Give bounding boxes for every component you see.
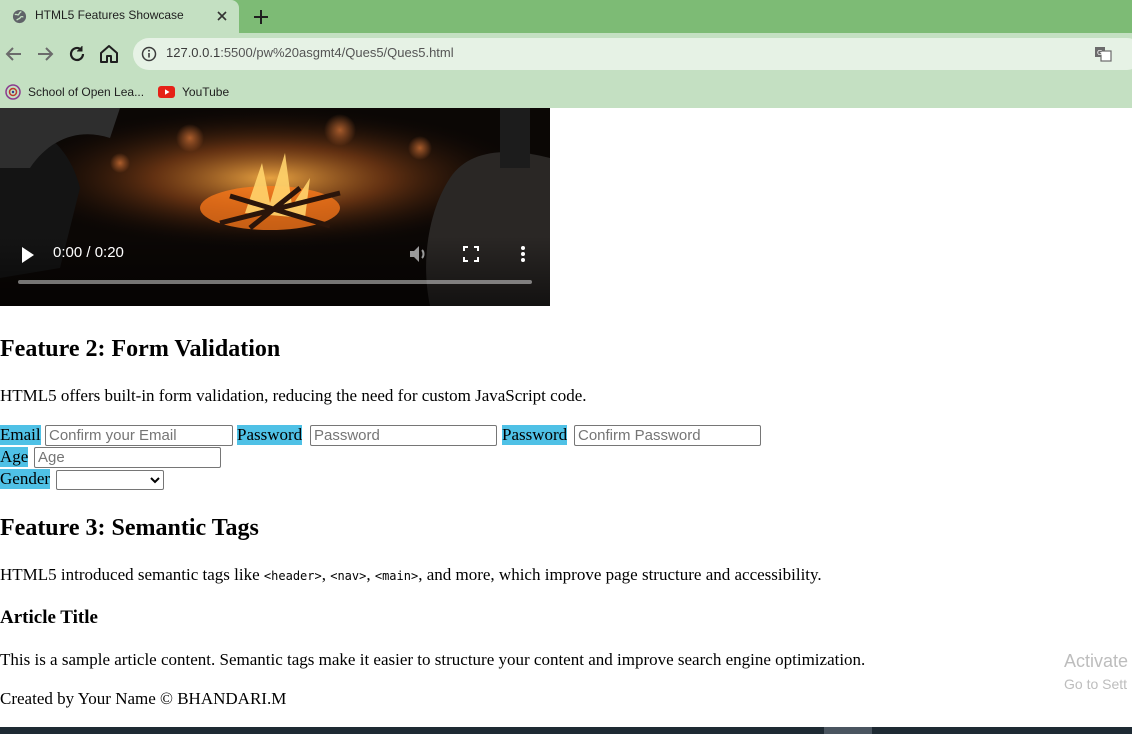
url-text: 127.0.0.1:5500/pw%20asgmt4/Ques5/Ques5.h… — [166, 45, 454, 60]
back-arrow-icon[interactable] — [2, 42, 26, 66]
article-title: Article Title — [0, 607, 98, 628]
youtube-icon — [158, 86, 175, 98]
page-content: 0:00 / 0:20 Feature 2: Form Validation H… — [0, 108, 1132, 734]
school-logo-icon — [5, 84, 21, 100]
tab-strip: HTML5 Features Showcase — [0, 0, 1132, 33]
article-content: This is a sample article content. Semant… — [0, 650, 866, 669]
bookmarks-bar: School of Open Lea... YouTube — [0, 75, 1132, 108]
password-field[interactable] — [310, 425, 497, 446]
volume-icon[interactable] — [408, 244, 430, 264]
gender-label: Gender — [0, 469, 51, 489]
play-icon[interactable] — [20, 246, 36, 264]
feature3-text-start: HTML5 introduced semantic tags like — [0, 565, 264, 584]
address-bar[interactable]: 127.0.0.1:5500/pw%20asgmt4/Ques5/Ques5.h… — [133, 38, 1132, 70]
feature3-heading: Feature 3: Semantic Tags — [0, 515, 259, 541]
url-path: :5500/pw%20asgmt4/Ques5/Ques5.html — [220, 45, 454, 60]
main-tag-code: <main> — [374, 569, 419, 583]
taskbar-button[interactable] — [824, 727, 872, 734]
video-progress-bar[interactable] — [18, 280, 532, 284]
feature2-heading: Feature 2: Form Validation — [0, 336, 281, 362]
footer-text: Created by Your Name © BHANDARI.M — [0, 689, 287, 708]
bookmark-school[interactable]: School of Open Lea... — [5, 82, 144, 102]
home-icon[interactable] — [97, 42, 121, 66]
activate-watermark-subtitle: Go to Sett — [1064, 676, 1128, 692]
confirm-password-label: Password — [502, 425, 568, 445]
bookmark-label: School of Open Lea... — [28, 85, 145, 99]
fullscreen-icon[interactable] — [463, 246, 479, 262]
feature2-description: HTML5 offers built-in form validation, r… — [0, 386, 587, 405]
age-label: Age — [0, 447, 29, 467]
feature3-text-end: , and more, which improve page structure… — [418, 565, 822, 584]
email-field[interactable] — [45, 425, 233, 446]
age-field[interactable] — [34, 447, 221, 468]
info-icon[interactable] — [141, 46, 157, 62]
separator: , — [366, 565, 375, 584]
confirm-password-field[interactable] — [574, 425, 761, 446]
video-player[interactable]: 0:00 / 0:20 — [0, 108, 550, 306]
reload-icon[interactable] — [65, 42, 89, 66]
url-host: 127.0.0.1 — [166, 45, 221, 60]
feature3-description: HTML5 introduced semantic tags like <hea… — [0, 565, 822, 585]
translate-icon[interactable]: G — [1094, 45, 1112, 63]
password-label: Password — [237, 425, 303, 445]
gender-select[interactable] — [56, 470, 164, 490]
video-time: 0:00 / 0:20 — [53, 244, 124, 261]
separator: , — [321, 565, 331, 584]
bookmark-youtube[interactable]: YouTube — [158, 82, 229, 102]
browser-toolbar: 127.0.0.1:5500/pw%20asgmt4/Ques5/Ques5.h… — [0, 33, 1132, 75]
new-tab-icon[interactable] — [250, 6, 272, 28]
bookmark-label: YouTube — [182, 85, 230, 99]
taskbar — [0, 727, 1132, 734]
nav-tag-code: <nav> — [330, 569, 367, 583]
forward-arrow-icon[interactable] — [33, 42, 57, 66]
header-tag-code: <header> — [263, 569, 322, 583]
tab-title: HTML5 Features Showcase — [35, 8, 184, 22]
more-options-icon[interactable] — [519, 245, 527, 263]
email-label: Email — [0, 425, 41, 445]
browser-tab[interactable]: HTML5 Features Showcase — [0, 0, 239, 33]
close-icon[interactable] — [214, 8, 230, 24]
svg-text:G: G — [1097, 49, 1102, 57]
activate-watermark-title: Activate — [1064, 651, 1129, 671]
globe-icon — [12, 9, 27, 24]
